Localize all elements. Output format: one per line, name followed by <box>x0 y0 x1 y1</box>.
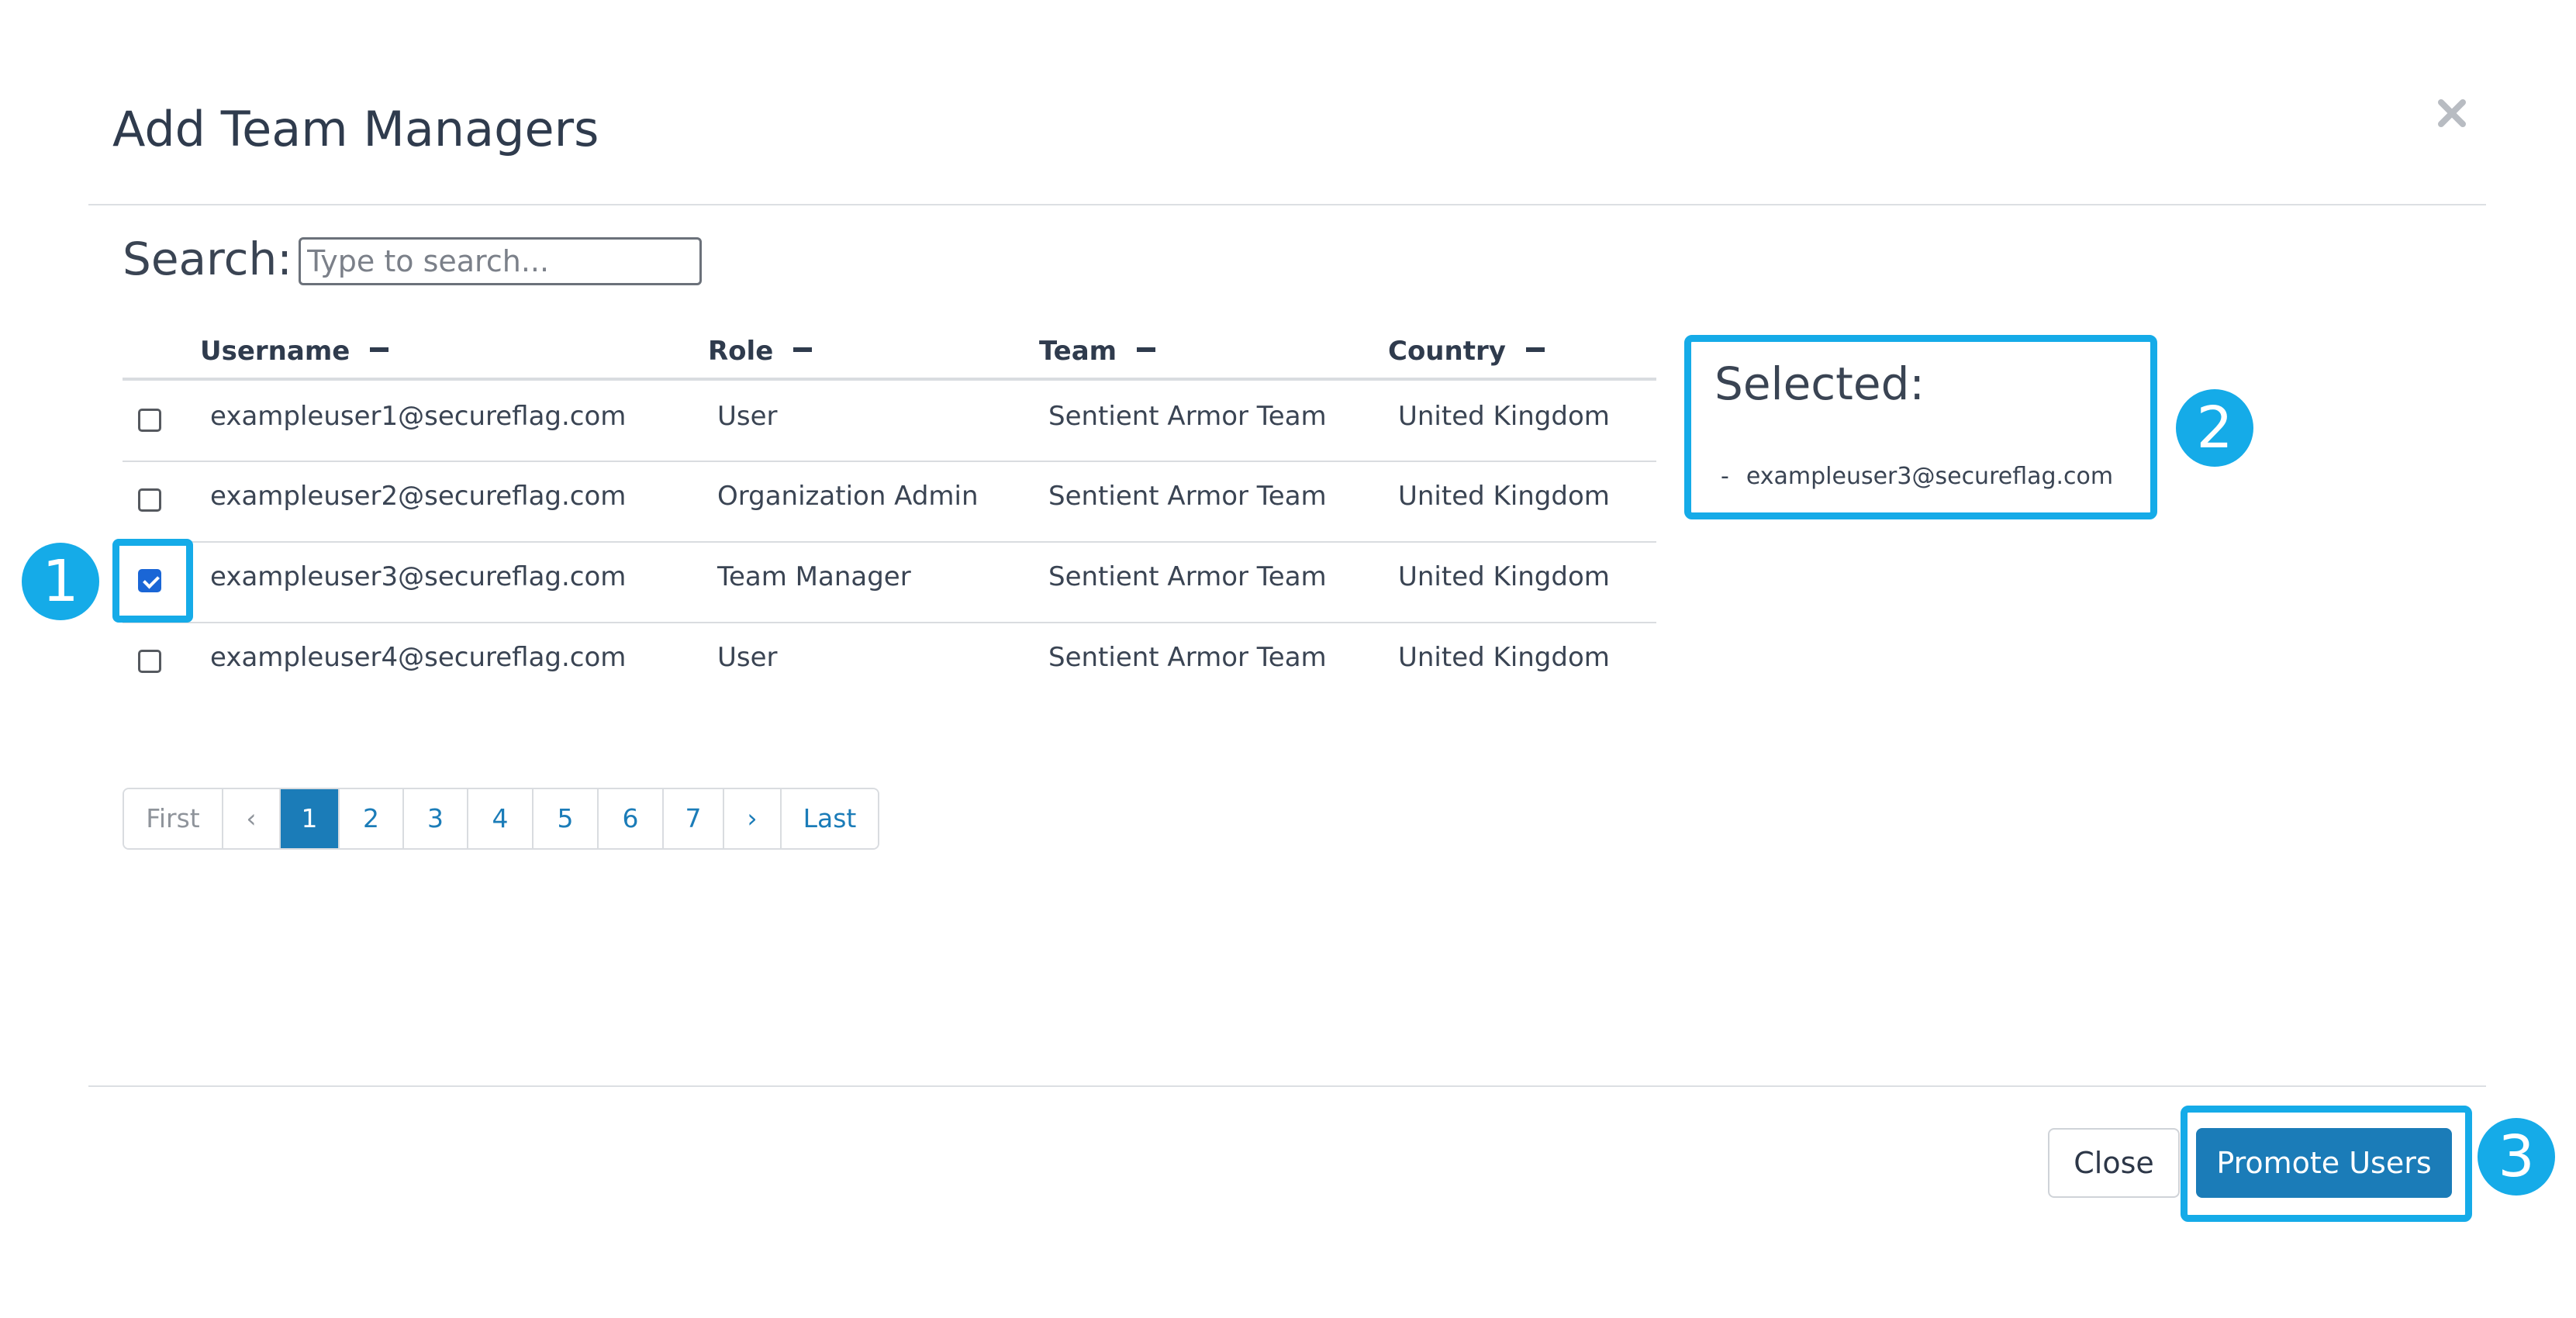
cell-country: United Kingdom <box>1398 561 1610 592</box>
pagination-page[interactable]: 4 <box>468 789 534 848</box>
row-checkbox[interactable] <box>138 409 161 432</box>
cell-team: Sentient Armor Team <box>1048 401 1327 432</box>
cell-team: Sentient Armor Team <box>1048 481 1327 512</box>
add-team-managers-modal: Add Team Managers Search: Username Role … <box>0 0 2576 1318</box>
row-divider <box>123 461 1656 462</box>
pagination-page[interactable]: 5 <box>534 789 599 848</box>
pagination-page[interactable]: 3 <box>404 789 468 848</box>
column-header-country[interactable]: Country <box>1388 336 1545 367</box>
list-dash: - <box>1721 463 1729 490</box>
pagination-page[interactable]: 1 <box>281 789 340 848</box>
search-label: Search: <box>123 233 292 285</box>
column-header-username[interactable]: Username <box>200 336 389 367</box>
step-badge-2: 2 <box>2176 389 2253 467</box>
pagination-next[interactable]: › <box>724 789 782 848</box>
sort-icon[interactable] <box>1137 347 1156 352</box>
cell-country: United Kingdom <box>1398 481 1610 512</box>
cell-team: Sentient Armor Team <box>1048 642 1327 673</box>
header-divider <box>88 204 2486 205</box>
cell-username: exampleuser4@secureflag.com <box>210 642 627 673</box>
column-header-label: Country <box>1388 336 1506 367</box>
column-header-team[interactable]: Team <box>1039 336 1156 367</box>
cell-username: exampleuser1@secureflag.com <box>210 401 627 432</box>
row-checkbox[interactable] <box>138 650 161 673</box>
close-button[interactable]: Close <box>2048 1128 2180 1198</box>
pagination-page[interactable]: 7 <box>664 789 724 848</box>
highlight-box-checkbox <box>112 539 193 623</box>
column-header-label: Role <box>708 336 774 367</box>
search-input[interactable] <box>299 237 702 285</box>
row-checkbox[interactable] <box>138 488 161 512</box>
pagination-last[interactable]: Last <box>782 789 878 848</box>
cell-role: User <box>717 642 778 673</box>
table-header-divider <box>123 378 1656 381</box>
pagination-page[interactable]: 6 <box>599 789 664 848</box>
column-header-label: Team <box>1039 336 1117 367</box>
pagination-page[interactable]: 2 <box>340 789 404 848</box>
step-badge-3: 3 <box>2478 1118 2555 1196</box>
cell-role: Team Manager <box>717 561 911 592</box>
cell-country: United Kingdom <box>1398 642 1610 673</box>
selected-user-item: - exampleuser3@secureflag.com <box>1721 463 2113 490</box>
cell-username: exampleuser3@secureflag.com <box>210 561 627 592</box>
column-header-label: Username <box>200 336 350 367</box>
row-divider <box>123 541 1656 543</box>
cell-username: exampleuser2@secureflag.com <box>210 481 627 512</box>
cell-role: User <box>717 401 778 432</box>
selected-title: Selected: <box>1714 357 1925 410</box>
footer-divider <box>88 1085 2486 1087</box>
cell-team: Sentient Armor Team <box>1048 561 1327 592</box>
promote-users-button[interactable]: Promote Users <box>2196 1128 2452 1198</box>
sort-icon[interactable] <box>370 347 389 352</box>
pagination-first[interactable]: First <box>124 789 223 848</box>
column-header-role[interactable]: Role <box>708 336 813 367</box>
row-divider <box>123 622 1656 623</box>
pagination: First ‹ 1 2 3 4 5 6 7 › Last <box>123 788 879 850</box>
sort-icon[interactable] <box>1525 347 1545 352</box>
cell-role: Organization Admin <box>717 481 979 512</box>
sort-icon[interactable] <box>793 347 813 352</box>
modal-title: Add Team Managers <box>112 101 599 157</box>
selected-users-panel: Selected: - exampleuser3@secureflag.com <box>1684 335 2157 519</box>
cell-country: United Kingdom <box>1398 401 1610 432</box>
close-icon-glyph <box>2438 99 2466 127</box>
close-icon[interactable] <box>2435 96 2469 130</box>
selected-user-email: exampleuser3@secureflag.com <box>1746 463 2114 490</box>
step-badge-1: 1 <box>22 543 99 620</box>
pagination-prev[interactable]: ‹ <box>223 789 281 848</box>
